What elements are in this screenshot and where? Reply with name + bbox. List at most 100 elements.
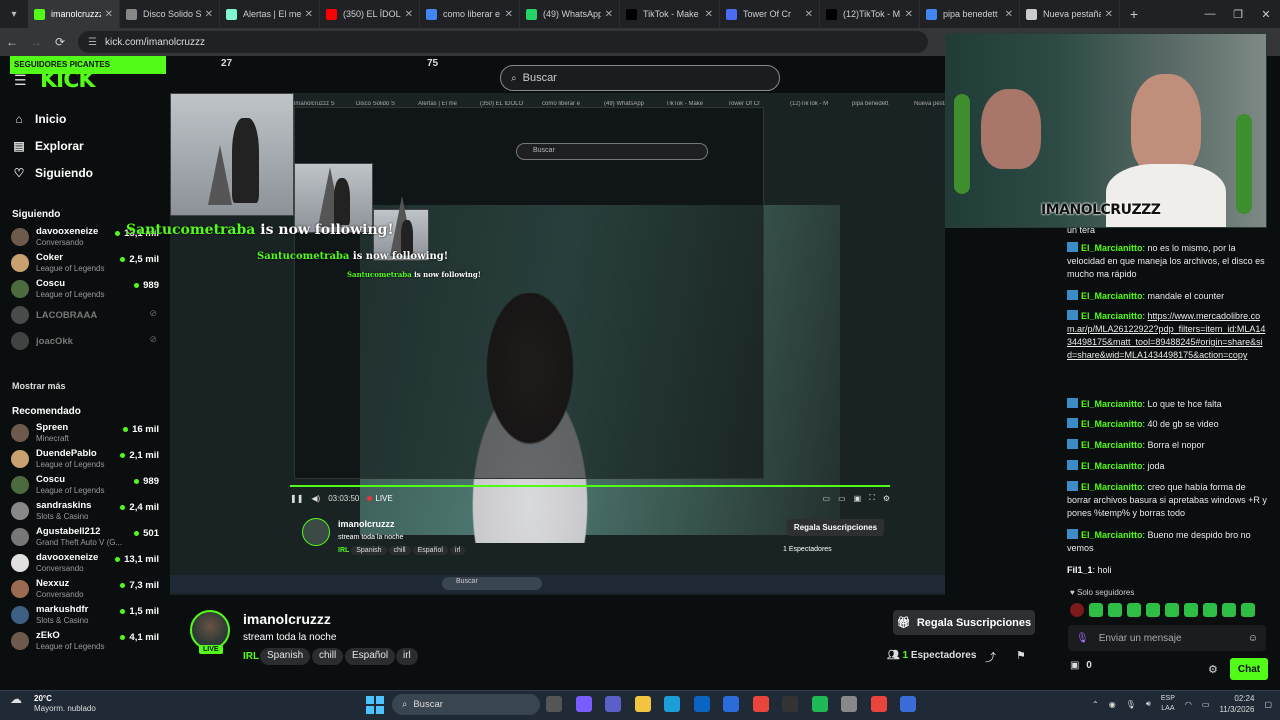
tag-chill[interactable]: chill xyxy=(312,648,344,665)
nav-browse[interactable]: ▤ Explorar xyxy=(12,139,83,153)
edge-icon[interactable] xyxy=(664,696,680,712)
emote-icon[interactable] xyxy=(1070,603,1084,617)
microphone-icon[interactable]: 🎙︎ xyxy=(1076,633,1089,644)
close-window-icon[interactable]: ✕ xyxy=(1252,0,1280,28)
streamer-avatar[interactable] xyxy=(190,610,230,650)
share-icon[interactable]: ⤴ xyxy=(985,649,996,665)
channel-item[interactable]: zEkO League of Legends 4,1 mil xyxy=(11,628,159,654)
tag-irl[interactable]: irl xyxy=(396,648,418,665)
minimize-icon[interactable]: — xyxy=(1196,0,1224,28)
browser-tab[interactable]: Nueva pestaña ✕ xyxy=(1020,0,1120,28)
close-tab-icon[interactable]: ✕ xyxy=(1005,9,1013,20)
menu-icon[interactable]: ☰ xyxy=(14,72,27,89)
close-tab-icon[interactable]: ✕ xyxy=(705,9,713,20)
channel-item[interactable]: DuendePablo League of Legends 2,1 mil xyxy=(11,446,159,472)
browser-tab[interactable]: imanolcruzzz S ✕ xyxy=(28,0,120,28)
volume-tray-icon[interactable]: 🔊︎ xyxy=(1146,699,1151,709)
channel-item[interactable]: sandraskins Slots & Casino 2,4 mil xyxy=(11,498,159,524)
close-tab-icon[interactable]: ✕ xyxy=(105,9,113,20)
tag-espanol[interactable]: Español xyxy=(345,648,396,665)
copilot-icon[interactable] xyxy=(575,696,592,712)
chat-username[interactable]: El_Marcianitto xyxy=(1081,482,1143,492)
wifi-icon[interactable]: ◠ xyxy=(1185,700,1192,709)
clip-icon[interactable]: ▭ xyxy=(823,494,831,503)
chat-username[interactable]: El_Marcianitto xyxy=(1081,243,1143,253)
browser-tab[interactable]: Alertas | El me ✕ xyxy=(220,0,320,28)
volume-icon[interactable]: ◀) xyxy=(311,494,320,503)
channel-item[interactable]: Coscu League of Legends 989 xyxy=(11,276,159,302)
chat-username[interactable]: El_Marcianitto xyxy=(1081,399,1143,409)
nav-following[interactable]: ♡ Siguiendo xyxy=(12,166,93,180)
channel-item[interactable]: markushdfr Slots & Casino 1,5 mil xyxy=(11,602,159,628)
emote-icon[interactable] xyxy=(1165,603,1179,617)
spotify-icon[interactable] xyxy=(811,696,828,712)
channel-item[interactable]: Nexxuz Conversando 7,3 mil xyxy=(11,576,159,602)
new-tab-button[interactable]: + xyxy=(1120,6,1148,22)
close-tab-icon[interactable]: ✕ xyxy=(305,9,313,20)
close-tab-icon[interactable]: ✕ xyxy=(1105,9,1113,20)
search-field[interactable]: ⌕ Buscar xyxy=(500,65,780,91)
theater-icon[interactable]: ▭ xyxy=(838,494,846,503)
language-indicator[interactable]: ESP LAA xyxy=(1161,694,1175,714)
chat-username[interactable]: El_Marcianitto xyxy=(1081,419,1143,429)
forward-icon[interactable]: → xyxy=(24,35,48,49)
tab-search-icon[interactable]: ▾ xyxy=(0,0,28,28)
points-icon[interactable]: ▣ xyxy=(1070,660,1079,671)
report-icon[interactable]: ⚑ xyxy=(1016,649,1026,662)
chat-input[interactable]: 🎙︎ Enviar un mensaje ☺ xyxy=(1068,625,1266,651)
tag-spanish[interactable]: Spanish xyxy=(260,648,311,665)
obs-icon[interactable] xyxy=(782,696,798,712)
kick-logo[interactable]: KICK xyxy=(40,68,95,93)
settings-icon[interactable]: ⚙ xyxy=(883,494,890,503)
browser-tab[interactable]: (49) WhatsApp ✕ xyxy=(520,0,620,28)
emote-icon[interactable] xyxy=(1184,603,1198,617)
back-icon[interactable]: ← xyxy=(0,35,24,49)
reload-icon[interactable]: ⟳ xyxy=(48,35,72,49)
chat-username[interactable]: El_Marcianitto xyxy=(1081,291,1143,301)
browser-tab[interactable]: (350) EL ÍDOLO ✕ xyxy=(320,0,420,28)
network-icon[interactable]: ◉ xyxy=(1109,700,1116,709)
taskbar-search[interactable]: ⌕ Buscar xyxy=(392,694,540,715)
nav-home[interactable]: ⌂ Inicio xyxy=(12,112,66,126)
emote-icon[interactable] xyxy=(1108,603,1122,617)
emote-icon[interactable] xyxy=(1127,603,1141,617)
emote-icon[interactable] xyxy=(1241,603,1255,617)
emote-icon[interactable] xyxy=(1222,603,1236,617)
close-tab-icon[interactable]: ✕ xyxy=(205,9,213,20)
channel-item[interactable]: joacOkk ⊘ xyxy=(11,328,159,354)
chat-username[interactable]: Fil1_1 xyxy=(1067,565,1093,575)
notification-icon[interactable]: ▢ xyxy=(1264,700,1272,709)
browser-tab[interactable]: Tower Of Cr ✕ xyxy=(720,0,820,28)
close-tab-icon[interactable]: ✕ xyxy=(405,9,413,20)
channel-item[interactable]: Coscu League of Legends 989 xyxy=(11,472,159,498)
mic-tray-icon[interactable]: 🎙︎ xyxy=(1126,700,1136,709)
emote-icon[interactable] xyxy=(1146,603,1160,617)
tray-chevron-icon[interactable]: ⌃ xyxy=(1092,700,1099,709)
chat-send-button[interactable]: Chat xyxy=(1230,658,1268,680)
show-more-link[interactable]: Mostrar más xyxy=(12,381,66,391)
channel-item[interactable]: Spreen Minecraft 16 mil xyxy=(11,420,159,446)
chrome-alt-icon[interactable] xyxy=(870,696,887,712)
channel-item[interactable]: Coker League of Legends 2,5 mil xyxy=(11,250,159,276)
channel-item[interactable]: davooxeneize Conversando 13,1 mil xyxy=(11,550,159,576)
chat-username[interactable]: El_Marcianitto xyxy=(1081,461,1143,471)
channel-item[interactable]: LACOBRAAA ⊘ xyxy=(11,302,159,328)
emote-icon[interactable] xyxy=(1203,603,1217,617)
chat-username[interactable]: El_Marcianitto xyxy=(1081,440,1143,450)
browser-tab[interactable]: como liberar e ✕ xyxy=(420,0,520,28)
video-progress-bar[interactable] xyxy=(290,485,890,487)
chat-username[interactable]: El_Marcianitto xyxy=(1081,530,1143,540)
gift-subscriptions-button[interactable]: 🎁︎ Regala Suscripciones xyxy=(893,610,1035,635)
emoji-icon[interactable]: ☺ xyxy=(1248,633,1258,644)
file-explorer-icon[interactable] xyxy=(634,696,651,712)
browser-tab[interactable]: pipa benedett ✕ xyxy=(920,0,1020,28)
outlook-icon[interactable] xyxy=(693,696,710,712)
clock[interactable]: 02:24 11/3/2026 xyxy=(1219,693,1254,715)
site-info-icon[interactable]: ☰ xyxy=(88,37,97,48)
task-view-icon[interactable] xyxy=(546,696,562,712)
teams-icon[interactable] xyxy=(605,696,621,712)
store-icon[interactable] xyxy=(723,696,739,712)
close-tab-icon[interactable]: ✕ xyxy=(505,9,513,20)
streamer-name[interactable]: imanolcruzzz xyxy=(243,611,331,627)
chat-username[interactable]: El_Marcianitto xyxy=(1081,311,1143,321)
